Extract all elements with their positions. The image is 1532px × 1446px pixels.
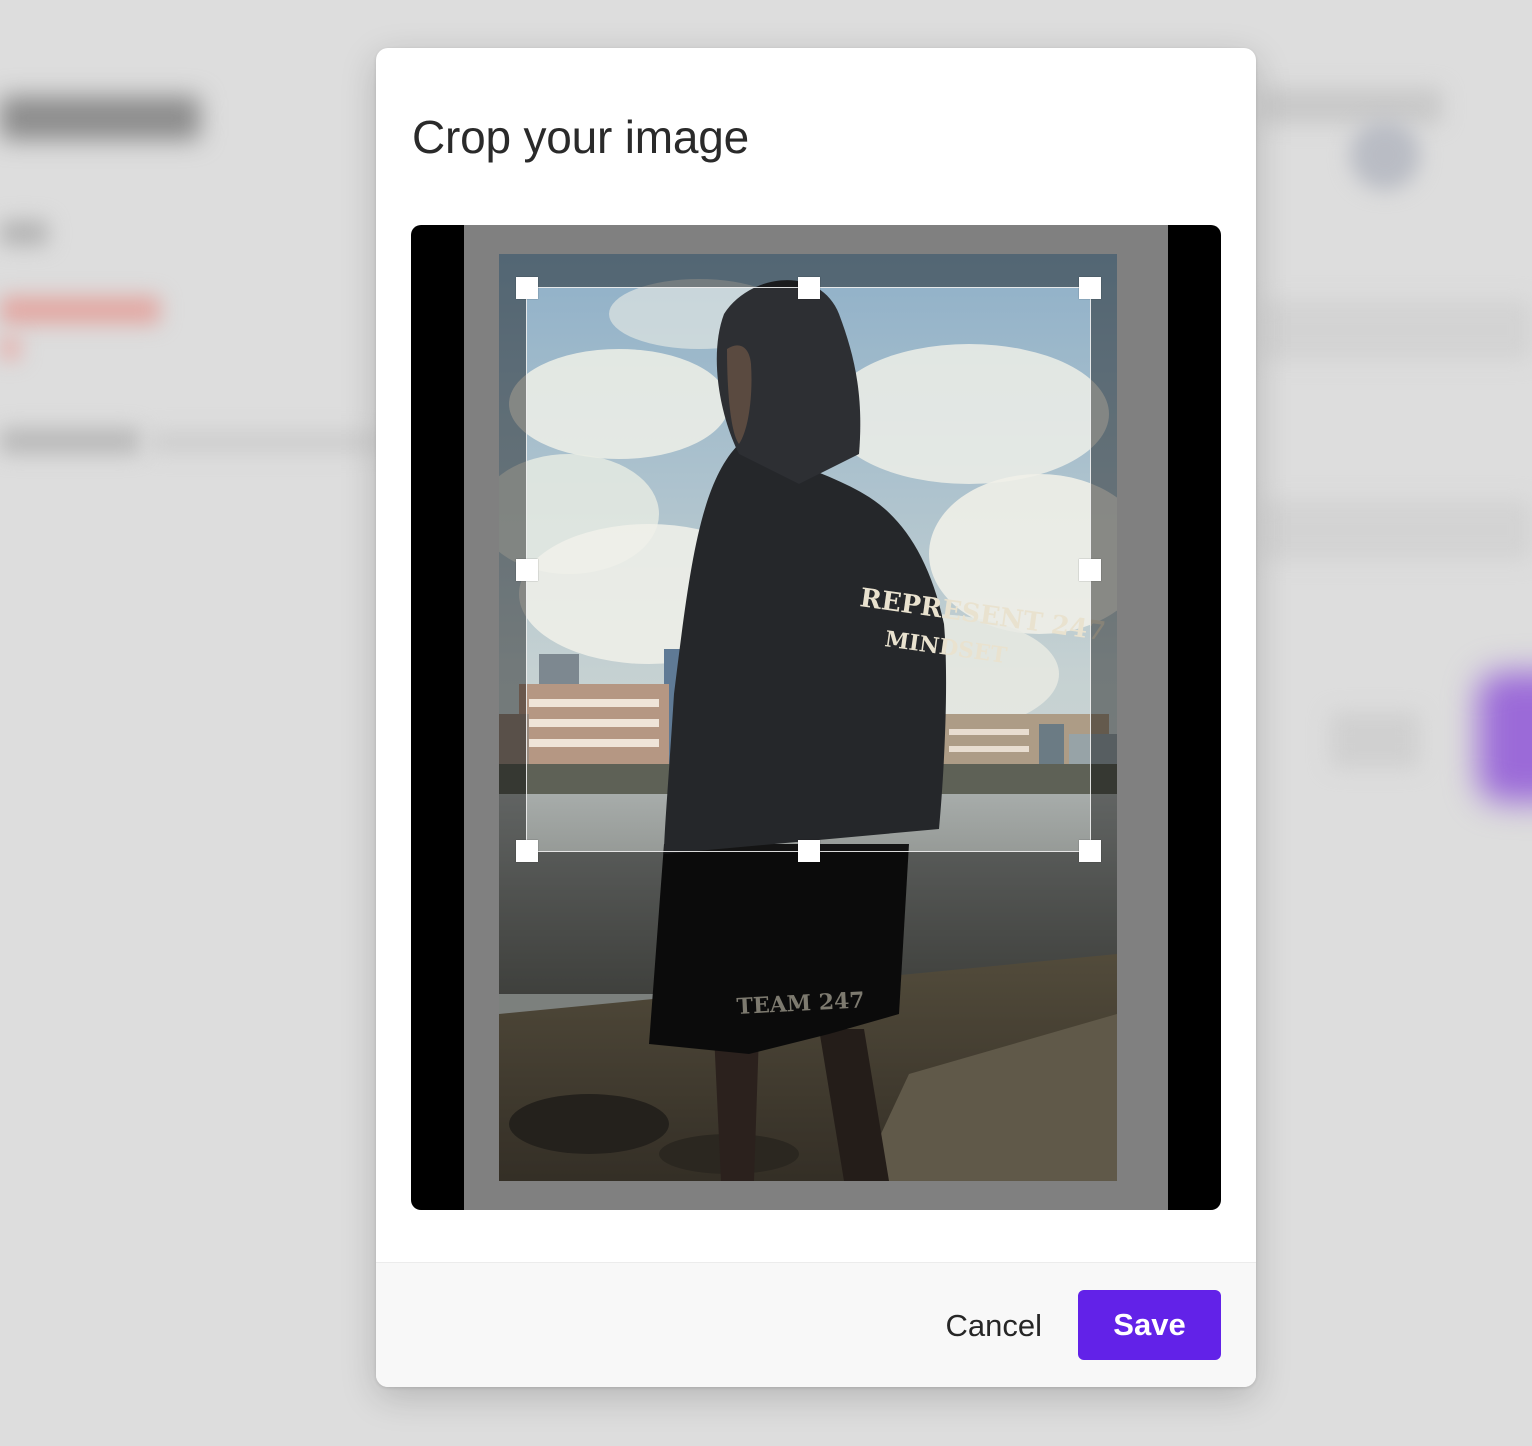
crop-handle-top-left[interactable]	[516, 277, 538, 299]
crop-handle-left[interactable]	[516, 559, 538, 581]
background-heading	[0, 96, 200, 140]
background-button	[1330, 712, 1420, 768]
crop-handle-right[interactable]	[1079, 559, 1101, 581]
background-field	[1262, 500, 1532, 560]
crop-preview-image	[527, 288, 1090, 851]
crop-handle-top[interactable]	[798, 277, 820, 299]
save-button[interactable]: Save	[1078, 1290, 1221, 1360]
dialog-title: Crop your image	[412, 111, 750, 163]
crop-handle-top-right[interactable]	[1079, 277, 1101, 299]
crop-handle-bottom[interactable]	[798, 840, 820, 862]
background-field	[1262, 300, 1532, 360]
source-image	[499, 254, 1117, 1181]
background-error-text	[0, 296, 160, 324]
background-text	[0, 428, 140, 454]
crop-selection-area[interactable]	[526, 287, 1091, 852]
crop-handle-bottom-left[interactable]	[516, 840, 538, 862]
background-error-text	[0, 336, 20, 360]
crop-image-dialog: Crop your image Cancel Save	[376, 48, 1256, 1387]
image-padding	[464, 225, 1168, 1210]
background-avatar	[1350, 120, 1420, 190]
cancel-button[interactable]: Cancel	[942, 1291, 1047, 1361]
background-text	[150, 432, 380, 452]
background-text	[0, 220, 48, 246]
background-text	[1262, 88, 1442, 124]
dialog-footer: Cancel Save	[376, 1262, 1256, 1387]
crop-stage	[411, 225, 1221, 1210]
background-primary-button	[1478, 672, 1532, 802]
crop-handle-bottom-right[interactable]	[1079, 840, 1101, 862]
